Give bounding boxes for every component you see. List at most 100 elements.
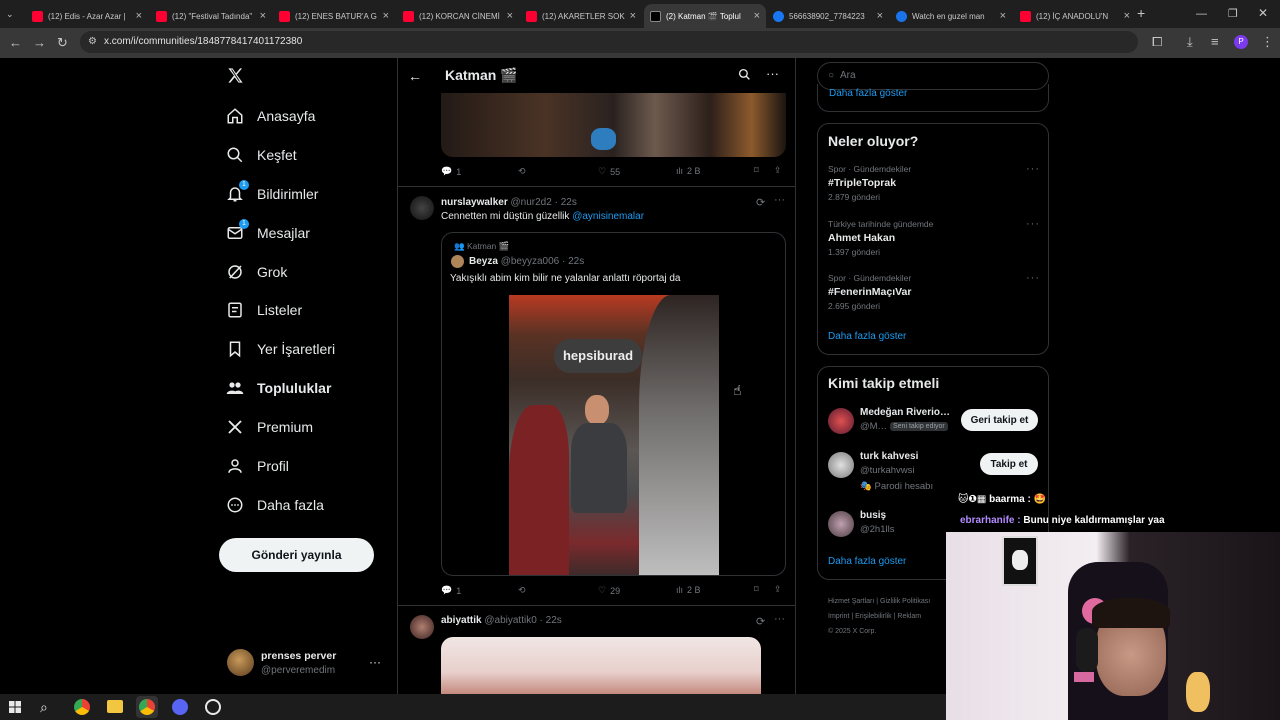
repost-action[interactable]: ⟲ [518, 585, 526, 596]
avatar[interactable] [828, 452, 854, 478]
x-logo-icon[interactable] [226, 66, 245, 85]
post-image[interactable] [441, 637, 761, 698]
close-window-icon[interactable]: ✕ [1258, 6, 1268, 20]
more-dots-icon[interactable]: ··· [1026, 163, 1040, 175]
views-stat[interactable]: ılı 2 B [676, 585, 701, 595]
avatar[interactable] [410, 196, 434, 220]
browser-tab[interactable]: (2) Katman 🎬 Toplul × [644, 4, 766, 28]
reply-action[interactable]: 💬 1 [441, 585, 461, 596]
close-tab-icon[interactable]: × [507, 10, 513, 22]
repost-action[interactable]: ⟲ [518, 166, 526, 177]
author-name[interactable]: nurslaywalker [441, 197, 508, 208]
back-arrow-icon[interactable]: ← [408, 68, 422, 84]
sidebar-item-communities[interactable]: Topluluklar [226, 376, 331, 400]
browser-tab[interactable]: (12) AKARETLER SOK × [520, 4, 642, 28]
close-tab-icon[interactable]: × [383, 10, 389, 22]
reading-list-icon[interactable]: ≡ [1211, 35, 1219, 49]
sidebar-item-home[interactable]: Anasayfa [226, 104, 315, 128]
close-tab-icon[interactable]: × [136, 10, 142, 22]
show-more-link[interactable]: Daha fazla göster [829, 88, 907, 99]
mention-link[interactable]: @aynisinemalar [572, 211, 644, 222]
grok-icon[interactable]: ⟳ [756, 615, 765, 628]
sidebar-item-bookmark[interactable]: Yer İşaretleri [226, 337, 335, 361]
trend-name[interactable]: #FenerinMaçıVar [828, 286, 911, 298]
grok-icon[interactable]: ⟳ [756, 196, 765, 209]
browser-tab[interactable]: (12) Edis - Azar Azar | × [26, 4, 148, 28]
more-dots-icon[interactable]: ··· [1026, 272, 1040, 284]
follow-button[interactable]: Takip et [980, 453, 1038, 475]
like-action[interactable]: ♡ 29 [598, 585, 620, 596]
site-info-icon[interactable]: ⚙ [88, 36, 97, 47]
sidebar-item-more-circle[interactable]: Daha fazla [226, 493, 324, 517]
more-dots-icon[interactable]: ··· [774, 194, 785, 206]
show-more-link[interactable]: Daha fazla göster [828, 331, 906, 342]
search-icon[interactable] [738, 68, 751, 81]
close-tab-icon[interactable]: × [630, 10, 636, 22]
browser-tab[interactable]: Watch en guzel man × [890, 4, 1012, 28]
extensions-icon[interactable]: ⧠ [1152, 35, 1162, 49]
author-name[interactable]: abiyattik [441, 615, 482, 626]
address-bar[interactable]: ⚙ x.com/i/communities/184877841740117238… [80, 31, 1138, 53]
obs-icon[interactable] [205, 699, 221, 715]
account-switcher[interactable]: prenses perver @perveremedim ··· [219, 645, 389, 683]
close-tab-icon[interactable]: × [1000, 10, 1006, 22]
show-more-link[interactable]: Daha fazla göster [828, 556, 906, 567]
follow-back-button[interactable]: Geri takip et [961, 409, 1038, 431]
avatar[interactable] [828, 511, 854, 537]
footer-link[interactable]: Gizlilik Politikası [880, 598, 930, 605]
more-dots-icon[interactable]: ··· [774, 613, 785, 625]
chrome-icon[interactable] [74, 699, 90, 715]
tab-search-icon[interactable]: ⌄ [6, 7, 14, 21]
close-tab-icon[interactable]: × [877, 10, 883, 22]
close-tab-icon[interactable]: × [260, 10, 266, 22]
more-dots-icon[interactable]: ··· [766, 66, 779, 81]
minimize-window-icon[interactable]: — [1196, 7, 1207, 21]
footer-link[interactable]: Imprint [828, 613, 849, 620]
discord-icon[interactable] [172, 699, 188, 715]
sidebar-item-profile[interactable]: Profil [226, 454, 289, 478]
trend-name[interactable]: #TripleToprak [828, 177, 896, 189]
chrome-active-icon[interactable] [136, 696, 158, 718]
sidebar-item-grok[interactable]: Grok [226, 260, 287, 284]
like-action[interactable]: ♡ 55 [598, 166, 620, 177]
file-explorer-icon[interactable] [107, 700, 123, 713]
sidebar-item-list[interactable]: Listeler [226, 298, 302, 322]
more-dots-icon[interactable]: ··· [369, 655, 381, 669]
sidebar-item-search[interactable]: Keşfet [226, 143, 297, 167]
browser-tab[interactable]: (12) KORCAN CİNEMİ × [397, 4, 519, 28]
bookmark-action[interactable]: ⌑ [754, 584, 759, 595]
sidebar-item-x-logo[interactable]: Premium [226, 415, 313, 439]
more-dots-icon[interactable]: ··· [1026, 218, 1040, 230]
browser-menu-icon[interactable]: ⋮ [1261, 35, 1274, 49]
download-icon[interactable]: ⤓ [1187, 35, 1193, 49]
trend-name[interactable]: Ahmet Hakan [828, 232, 895, 244]
new-tab-button[interactable]: + [1137, 6, 1145, 20]
footer-link[interactable]: Erişilebilirlik [855, 613, 892, 620]
share-action[interactable]: ⇪ [774, 584, 782, 595]
search-icon[interactable]: ⌕ [40, 699, 48, 716]
avatar[interactable] [828, 408, 854, 434]
post-image[interactable] [441, 93, 786, 157]
quoted-post[interactable]: 👥 Katman 🎬 Beyza @beyyza006 · 22s Yakışı… [441, 232, 786, 576]
browser-tab[interactable]: (12) ENES BATUR'A G × [273, 4, 395, 28]
browser-tab[interactable]: 566638902_7784223 × [767, 4, 889, 28]
profile-avatar[interactable]: P [1234, 35, 1248, 49]
views-stat[interactable]: ılı 2 B [676, 166, 701, 176]
footer-link[interactable]: Reklam [897, 613, 921, 620]
close-tab-icon[interactable]: × [754, 10, 760, 22]
avatar[interactable] [410, 615, 434, 639]
suggested-name[interactable]: Medeğan Riverio… [860, 407, 950, 418]
reload-icon[interactable]: ↻ [57, 36, 68, 50]
browser-tab[interactable]: (12) İÇ ANADOLU'N × [1014, 4, 1136, 28]
back-arrow-icon[interactable]: ← [9, 36, 22, 50]
bookmark-action[interactable]: ⌑ [754, 165, 759, 176]
post-button[interactable]: Gönderi yayınla [219, 538, 374, 572]
browser-tab[interactable]: (12) "Festival Tadında" × [150, 4, 272, 28]
footer-link[interactable]: Hizmet Şartları [828, 598, 874, 605]
sidebar-item-mail[interactable]: 1 Mesajlar [226, 219, 310, 245]
reply-action[interactable]: 💬 1 [441, 166, 461, 177]
quote-image[interactable]: hepsiburad [509, 295, 719, 575]
sidebar-item-bell[interactable]: 1 Bildirimler [226, 180, 318, 206]
restore-window-icon[interactable]: ❐ [1228, 7, 1238, 21]
start-windows-icon[interactable] [9, 701, 21, 713]
